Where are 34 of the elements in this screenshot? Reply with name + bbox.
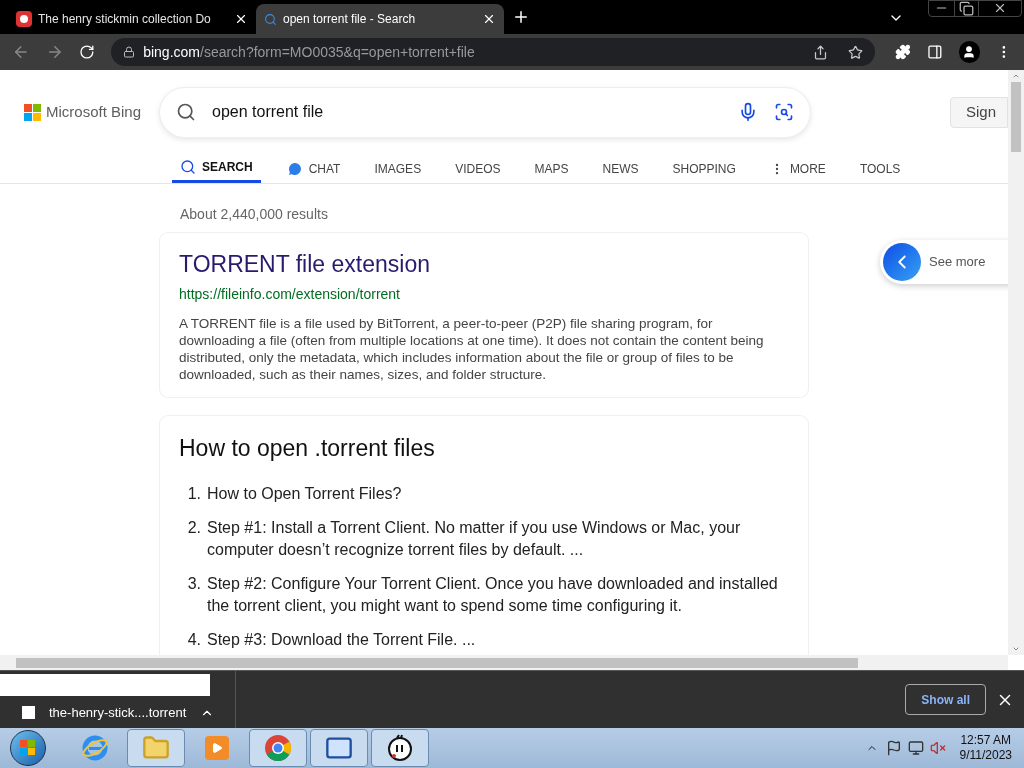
- address-bar[interactable]: bing.com/search?form=MO0035&q=open+torrent+file: [111, 38, 876, 66]
- step-number: 1.: [186, 484, 202, 504]
- nav-tab[interactable]: SHOPPING: [664, 154, 744, 183]
- step-text: Step #3: Download the Torrent File. ...: [207, 630, 477, 650]
- tab-title: The henry stickmin collection Do: [38, 11, 212, 28]
- result-url[interactable]: https://fileinfo.com/extension/torrent: [179, 283, 789, 305]
- results-count: About 2,440,000 results: [179, 205, 329, 224]
- url-text: bing.com/search?form=MO0035&q=open+torrent+file: [143, 42, 476, 62]
- result-snippet: A TORRENT file is a file used by BitTorrent, a peer-to-peer (P2P) file sharing program, for downloading a file (often from multiple locations at one time). It does not contain the content being distributed, only the metadata, which includes information about the file or group of files to be downloaded, such as their names, sizes, and folder structure.: [179, 314, 765, 383]
- step-text: Step #1: Install a Torrent Client. No matter if you use Windows or Mac, your computer doesn’t recognize torrent files by default. ...: [207, 518, 742, 560]
- clock[interactable]: 12:57 AM 9/11/2023: [959, 733, 1012, 763]
- answer-title: How to open .torrent files: [179, 433, 436, 463]
- sign-in-button[interactable]: Sign: [950, 96, 1008, 128]
- nav-tab[interactable]: CHAT: [278, 154, 349, 183]
- nav-tab[interactable]: MORE: [761, 154, 834, 183]
- step-number: 4.: [186, 630, 202, 650]
- step-text: Step #2: Configure Your Torrent Client. Once you have downloaded and installed the torrent client, you might want to spend some time configuring it.: [207, 574, 779, 616]
- show-all-button[interactable]: Show all: [905, 684, 986, 715]
- nav-tab[interactable]: SEARCH: [172, 154, 261, 183]
- nav-tab[interactable]: TOOLS: [851, 154, 909, 183]
- nav-tab[interactable]: IMAGES: [366, 154, 430, 183]
- bing-logo[interactable]: Microsoft Bing: [24, 100, 160, 124]
- result-title-link[interactable]: TORRENT file extension: [179, 247, 789, 282]
- see-more-button[interactable]: See more: [880, 240, 1008, 284]
- step-text: How to Open Torrent Files?: [207, 484, 403, 504]
- search-field[interactable]: open torrent file: [160, 87, 810, 137]
- step-number: 3.: [186, 574, 202, 594]
- browser-tab[interactable]: open torrent file - Search: [256, 4, 504, 34]
- nav-tab[interactable]: VIDEOS: [447, 154, 509, 183]
- step-number: 2.: [186, 518, 202, 538]
- nav-tab[interactable]: MAPS: [526, 154, 577, 183]
- nav-tab[interactable]: NEWS: [594, 154, 647, 183]
- tab-title: open torrent file - Search: [283, 11, 417, 28]
- search-query: open torrent file: [212, 102, 325, 122]
